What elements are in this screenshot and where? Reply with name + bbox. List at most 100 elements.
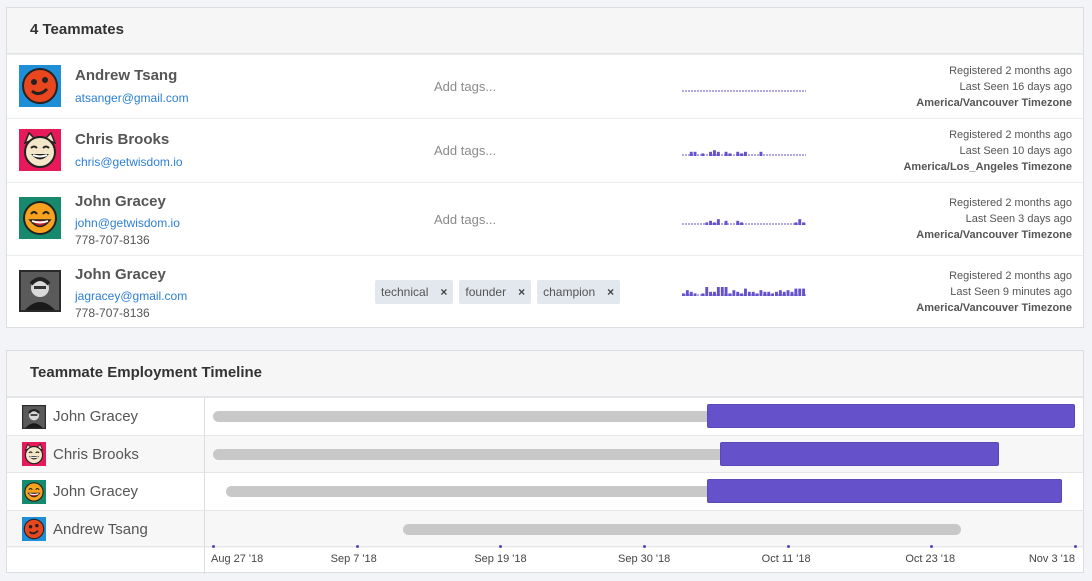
teammate-email-link[interactable]: john@getwisdom.io bbox=[75, 216, 180, 230]
axis-tick-label: Oct 23 '18 bbox=[905, 553, 956, 565]
sparkline-bar bbox=[740, 293, 743, 296]
sparkline-bar bbox=[759, 151, 763, 156]
timeline-active-bar[interactable] bbox=[720, 441, 999, 466]
add-tags-input[interactable]: Add tags... bbox=[434, 79, 496, 94]
timeline-panel-title: Teammate Employment Timeline bbox=[7, 351, 1083, 397]
timeline-row[interactable]: John Gracey bbox=[7, 472, 1083, 510]
sparkline-bar bbox=[794, 288, 798, 296]
axis-tick-label: Sep 19 '18 bbox=[474, 553, 527, 565]
sparkline-bar bbox=[682, 293, 685, 296]
sparkline-bar bbox=[751, 291, 755, 296]
registered-text: Registered 2 months ago bbox=[949, 197, 1072, 209]
sparkline-bar bbox=[794, 222, 798, 225]
photo-avatar-icon bbox=[22, 404, 46, 429]
tag-chip[interactable]: technical × bbox=[375, 280, 454, 304]
teammate-phone: 778-707-8136 bbox=[75, 233, 150, 247]
tag-chip[interactable]: founder × bbox=[459, 280, 532, 304]
sparkline-bar bbox=[693, 151, 697, 156]
sparkline-bar bbox=[689, 151, 693, 156]
teammate-name: Chris Brooks bbox=[75, 131, 170, 148]
tag-label: technical bbox=[381, 285, 429, 299]
remove-tag-icon[interactable]: × bbox=[607, 280, 614, 304]
teammates-panel: 4 Teammates Andrew Tsang atsanger@gmail.… bbox=[6, 7, 1084, 328]
remove-tag-icon[interactable]: × bbox=[518, 280, 525, 304]
add-tags-input[interactable]: Add tags... bbox=[434, 212, 496, 227]
timeline-row-label: Andrew Tsang bbox=[7, 510, 205, 548]
cat-laugh-avatar-icon bbox=[19, 129, 61, 171]
sparkline-bar bbox=[720, 287, 724, 296]
timezone-text: America/Los_Angeles Timezone bbox=[903, 161, 1072, 173]
laughing-face-avatar-icon bbox=[22, 479, 46, 504]
timeline-row-label: Chris Brooks bbox=[7, 435, 205, 473]
timeline-active-bar[interactable] bbox=[707, 404, 1075, 428]
timeline-registered-bar bbox=[213, 411, 712, 422]
timeline-row[interactable]: Andrew Tsang bbox=[7, 509, 1083, 548]
timezone-text: America/Vancouver Timezone bbox=[916, 229, 1072, 241]
sparkline-bar bbox=[716, 151, 720, 156]
teammate-row[interactable]: Andrew Tsang atsanger@gmail.com Add tags… bbox=[7, 54, 1083, 118]
registered-text: Registered 2 months ago bbox=[949, 270, 1072, 282]
axis-tick-mark bbox=[212, 545, 215, 548]
timeline-row[interactable]: Chris Brooks bbox=[7, 434, 1083, 473]
sparkline-bar bbox=[798, 288, 802, 296]
sparkline-bar bbox=[701, 293, 705, 296]
timeline-registered-bar bbox=[225, 486, 712, 497]
axis-tick-mark bbox=[499, 545, 503, 548]
sparkline-bar bbox=[728, 153, 732, 156]
sparkline-bar bbox=[689, 291, 693, 296]
timezone-text: America/Vancouver Timezone bbox=[916, 302, 1072, 314]
sparkline-bar bbox=[685, 290, 689, 296]
sparkline-bar bbox=[790, 291, 794, 296]
sparkline-bar bbox=[759, 290, 763, 296]
sparkline-bar bbox=[802, 222, 805, 225]
sparkline-bar bbox=[709, 291, 712, 296]
sparkline-bar bbox=[747, 291, 751, 296]
sparkline-bar bbox=[798, 219, 802, 225]
sparkline-bar bbox=[736, 151, 740, 156]
timeline-name: Andrew Tsang bbox=[53, 520, 148, 538]
tag-chip[interactable]: champion × bbox=[537, 280, 621, 304]
sparkline-bar bbox=[705, 287, 709, 296]
teammate-row[interactable]: Chris Brooks chris@getwisdom.io Add tags… bbox=[7, 118, 1083, 182]
registered-text: Registered 2 months ago bbox=[949, 65, 1072, 77]
teammate-meta: Registered 2 months ago Last Seen 9 minu… bbox=[916, 268, 1072, 316]
sparkline-bar bbox=[763, 291, 767, 296]
sparkline-bar bbox=[728, 293, 732, 296]
axis-tick-mark bbox=[355, 545, 359, 548]
sparkline-bar bbox=[740, 153, 743, 156]
axis-tick-label: Nov 3 '18 bbox=[1028, 553, 1075, 565]
cat-laugh-avatar-icon bbox=[22, 442, 46, 466]
teammate-name: John Gracey bbox=[75, 266, 166, 283]
tag-label: champion bbox=[543, 285, 596, 299]
teammate-email-link[interactable]: atsanger@gmail.com bbox=[75, 91, 189, 105]
teammate-email-link[interactable]: jagracey@gmail.com bbox=[75, 289, 187, 303]
axis-tick-label: Sep 30 '18 bbox=[618, 553, 671, 565]
timeline-active-bar[interactable] bbox=[707, 479, 1063, 503]
axis-tick-mark bbox=[643, 545, 646, 548]
tag-list: technical × founder × champion × bbox=[375, 280, 621, 304]
timeline-name: John Gracey bbox=[53, 408, 139, 425]
sparkline-bar bbox=[709, 151, 712, 156]
add-tags-input[interactable]: Add tags... bbox=[434, 143, 496, 158]
sparkline-bar bbox=[771, 293, 774, 296]
teammate-row[interactable]: John Gracey john@getwisdom.io 778-707-81… bbox=[7, 182, 1083, 255]
teammate-meta: Registered 2 months ago Last Seen 10 day… bbox=[903, 127, 1072, 175]
sparkline-bar bbox=[716, 287, 720, 296]
sparkline-bar bbox=[782, 291, 786, 296]
sparkline-bar bbox=[709, 220, 712, 225]
sparkline-bar bbox=[732, 290, 736, 296]
red-face-avatar-icon bbox=[19, 65, 61, 107]
sparkline-bar bbox=[693, 293, 697, 296]
timeline-row[interactable]: John Gracey bbox=[7, 397, 1083, 435]
timeline-row-label: John Gracey bbox=[7, 398, 205, 435]
teammate-meta: Registered 2 months ago Last Seen 16 day… bbox=[916, 63, 1072, 111]
remove-tag-icon[interactable]: × bbox=[440, 280, 447, 304]
last-seen-text: Last Seen 10 days ago bbox=[959, 145, 1072, 157]
teammate-row[interactable]: John Gracey jagracey@gmail.com 778-707-8… bbox=[7, 255, 1083, 328]
axis-tick-mark bbox=[1074, 545, 1077, 548]
registered-text: Registered 2 months ago bbox=[949, 129, 1072, 141]
sparkline-bar bbox=[778, 290, 782, 296]
activity-sparkline bbox=[682, 287, 806, 296]
teammate-name: John Gracey bbox=[75, 193, 166, 210]
teammate-email-link[interactable]: chris@getwisdom.io bbox=[75, 155, 183, 169]
